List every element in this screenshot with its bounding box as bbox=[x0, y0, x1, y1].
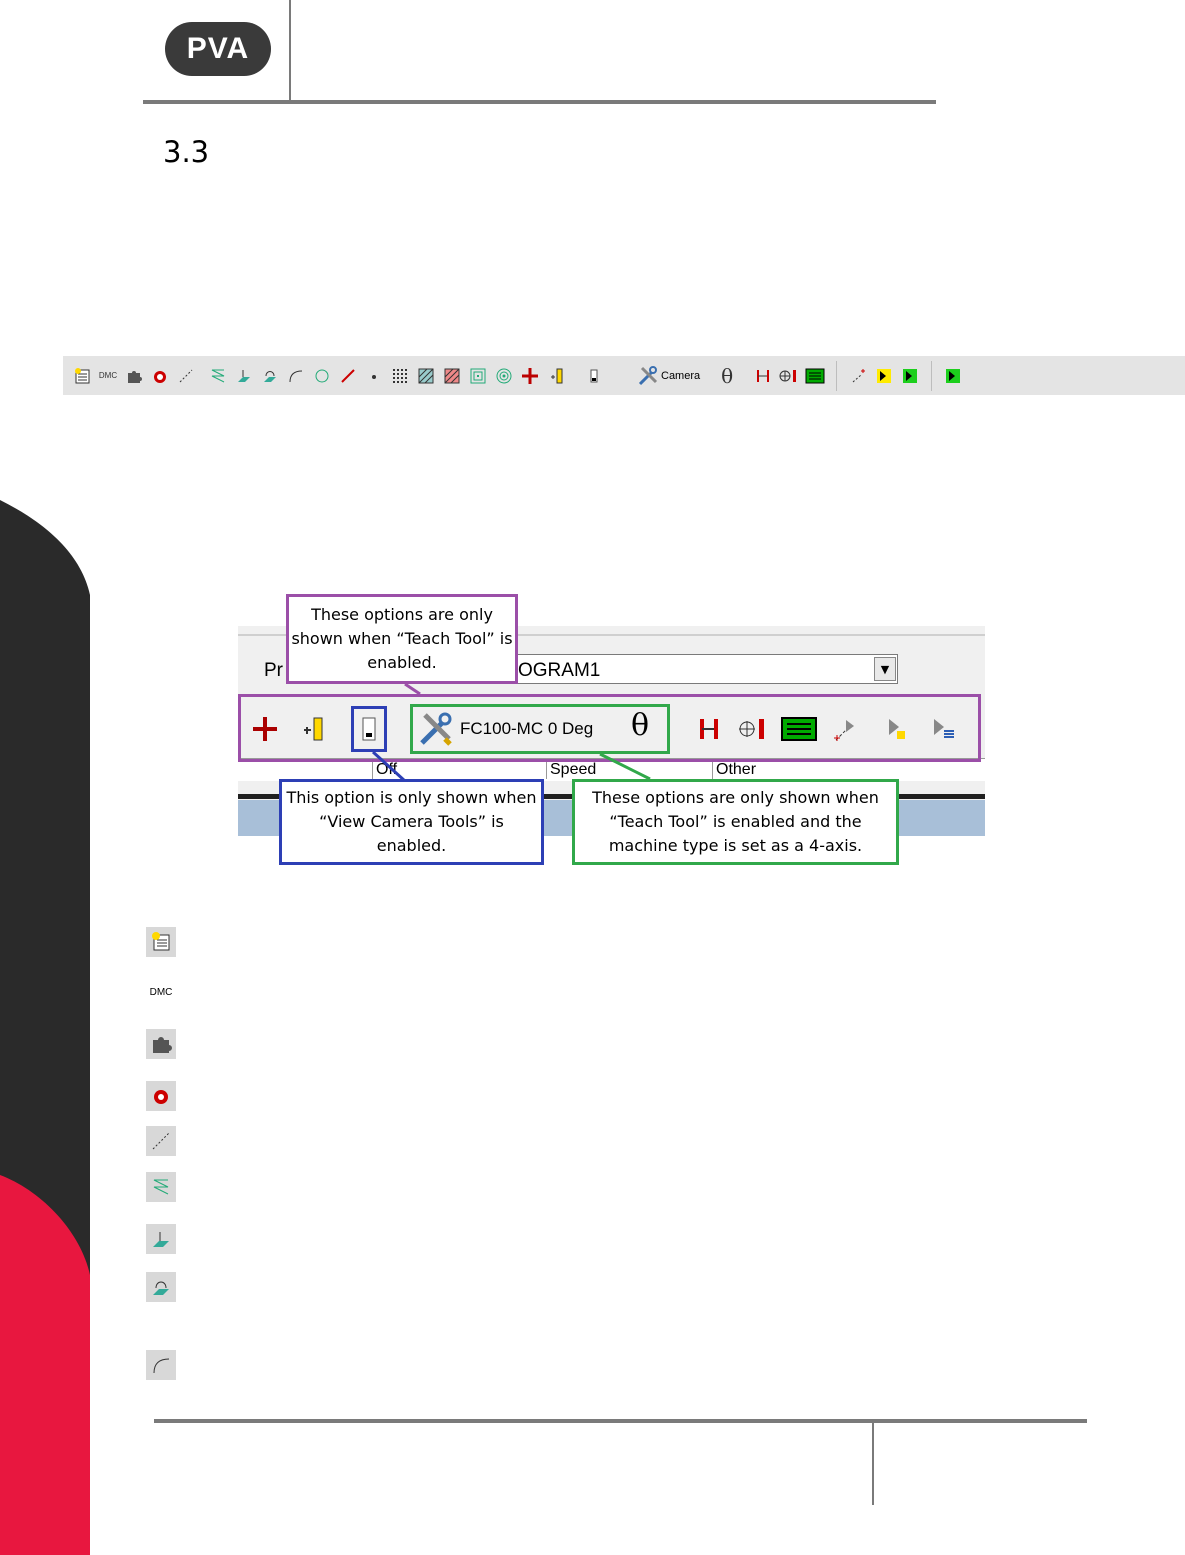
dot-line-icon bbox=[146, 1126, 176, 1156]
four-axis-callout: These options are only shown when “Teach… bbox=[572, 779, 899, 865]
callout-connectors bbox=[371, 682, 651, 783]
fill-area-icon bbox=[146, 1224, 176, 1254]
arc-icon bbox=[146, 1350, 176, 1380]
path-icon bbox=[146, 1172, 176, 1202]
program-icon bbox=[146, 927, 176, 957]
dmc-icon: DMC bbox=[146, 977, 176, 1007]
area-path-icon bbox=[146, 1272, 176, 1302]
footer-divider-vertical bbox=[872, 1423, 874, 1505]
stop-icon bbox=[146, 1081, 176, 1111]
camera-tools-callout: This option is only shown when “View Cam… bbox=[279, 779, 544, 865]
teach-tool-callout: These options are only shown when “Teach… bbox=[286, 594, 518, 684]
footer-divider bbox=[154, 1419, 1087, 1423]
puzzle-icon bbox=[146, 1029, 176, 1059]
dmc-label: DMC bbox=[149, 986, 173, 998]
